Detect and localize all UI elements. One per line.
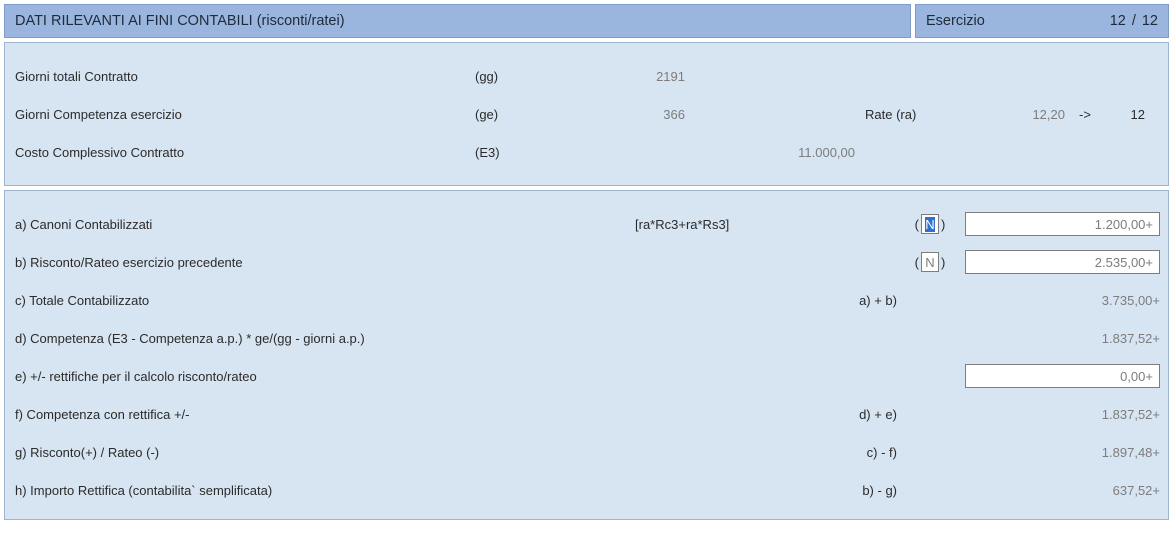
calc-label: b) Risconto/Rateo esercizio precedente (15, 255, 635, 270)
calc-row-g: g) Risconto(+) / Rateo (-) c) - f) 1.897… (15, 433, 1158, 471)
calc-label: g) Risconto(+) / Rateo (-) (15, 445, 635, 460)
calc-row-f: f) Competenza con rettifica +/- d) + e) … (15, 395, 1158, 433)
calc-row-e: e) +/- rettifiche per il calcolo riscont… (15, 357, 1158, 395)
calc-label: e) +/- rettifiche per il calcolo riscont… (15, 369, 635, 384)
paren-right: ) (941, 217, 945, 232)
calc-label: f) Competenza con rettifica +/- (15, 407, 635, 422)
summary-row: Costo Complessivo Contratto (E3) 11.000,… (15, 133, 1158, 171)
esercizio-label: Esercizio (926, 13, 985, 29)
summary-section: Giorni totali Contratto (gg) 2191 Giorni… (4, 42, 1169, 186)
summary-row: Giorni totali Contratto (gg) 2191 (15, 57, 1158, 95)
summary-label: Giorni Competenza esercizio (15, 107, 475, 122)
summary-value: 2191 (555, 69, 715, 84)
calc-eq: b) - g) (805, 483, 905, 498)
paren-left: ( (915, 255, 919, 270)
flag-input-b[interactable] (921, 252, 939, 272)
flag-input-a[interactable] (921, 214, 939, 234)
accounting-panel: DATI RILEVANTI AI FINI CONTABILI (riscon… (4, 4, 1169, 520)
paren-left: ( (915, 217, 919, 232)
calc-row-b: b) Risconto/Rateo esercizio precedente (… (15, 243, 1158, 281)
rate-value: 12,20 (955, 107, 1065, 122)
calc-eq: a) + b) (805, 293, 905, 308)
calc-eq: c) - f) (805, 445, 905, 460)
calc-value: 1.837,52+ (1102, 331, 1160, 346)
calc-row-d: d) Competenza (E3 - Competenza a.p.) * g… (15, 319, 1158, 357)
flag-cell: ( ) (905, 214, 955, 234)
value-input-e[interactable] (965, 364, 1160, 388)
summary-code: (gg) (475, 69, 555, 84)
summary-value2: 11.000,00 (715, 145, 865, 160)
value-input-a[interactable] (965, 212, 1160, 236)
summary-label: Costo Complessivo Contratto (15, 145, 475, 160)
calc-section: a) Canoni Contabilizzati [ra*Rc3+ra*Rs3]… (4, 190, 1169, 520)
rate-int: 12 (1105, 107, 1145, 122)
calc-row-a: a) Canoni Contabilizzati [ra*Rc3+ra*Rs3]… (15, 205, 1158, 243)
calc-label: c) Totale Contabilizzato (15, 293, 635, 308)
rate-label: Rate (ra) (865, 107, 955, 122)
arrow-icon: -> (1065, 107, 1105, 122)
calc-value: 1.837,52+ (1102, 407, 1160, 422)
calc-formula: [ra*Rc3+ra*Rs3] (635, 217, 805, 232)
calc-value: 3.735,00+ (1102, 293, 1160, 308)
calc-label: d) Competenza (E3 - Competenza a.p.) * g… (15, 331, 635, 346)
esercizio-slash: / (1132, 13, 1136, 29)
summary-label: Giorni totali Contratto (15, 69, 475, 84)
calc-eq: d) + e) (805, 407, 905, 422)
summary-value: 366 (555, 107, 715, 122)
summary-code: (E3) (475, 145, 555, 160)
calc-label: h) Importo Rettifica (contabilita` sempl… (15, 483, 635, 498)
calc-label: a) Canoni Contabilizzati (15, 217, 635, 232)
calc-row-h: h) Importo Rettifica (contabilita` sempl… (15, 471, 1158, 509)
section-title: DATI RILEVANTI AI FINI CONTABILI (riscon… (15, 13, 345, 29)
paren-right: ) (941, 255, 945, 270)
calc-value: 1.897,48+ (1102, 445, 1160, 460)
esercizio-header: Esercizio 12 / 12 (915, 4, 1169, 38)
esercizio-current: 12 (1110, 13, 1126, 29)
value-input-b[interactable] (965, 250, 1160, 274)
summary-code: (ge) (475, 107, 555, 122)
summary-row: Giorni Competenza esercizio (ge) 366 Rat… (15, 95, 1158, 133)
calc-row-c: c) Totale Contabilizzato a) + b) 3.735,0… (15, 281, 1158, 319)
esercizio-total: 12 (1142, 13, 1158, 29)
section-header: DATI RILEVANTI AI FINI CONTABILI (riscon… (4, 4, 911, 38)
flag-cell: ( ) (905, 252, 955, 272)
calc-value: 637,52+ (1113, 483, 1160, 498)
